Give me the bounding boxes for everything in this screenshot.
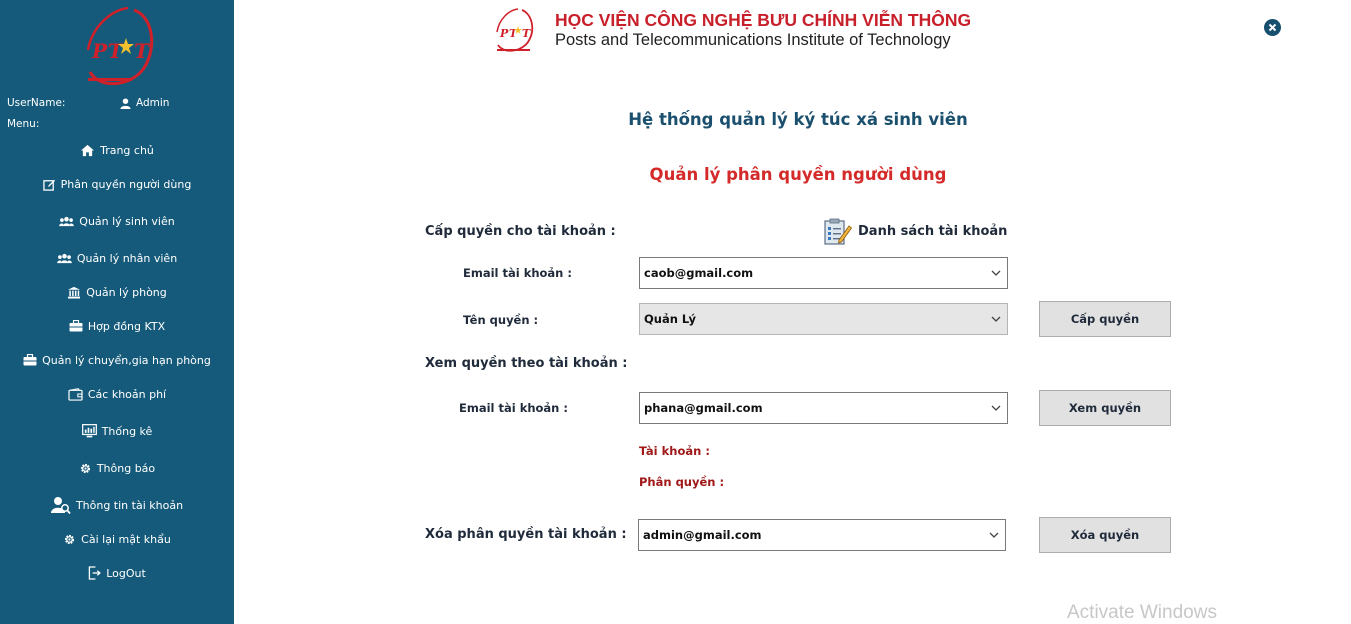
sidebar-item-label: Thông báo (96, 461, 156, 475)
user-icon (120, 97, 131, 109)
svg-text:T: T (522, 27, 531, 40)
user-row: UserName: Admin (7, 97, 227, 111)
institute-name-vietnamese: HỌC VIỆN CÔNG NGHỆ BƯU CHÍNH VIỄN THÔNG (555, 10, 972, 30)
briefcase-icon (69, 320, 83, 332)
permission-result-label: Phân quyền : (639, 475, 725, 489)
sidebar-item-logout[interactable]: LogOut (0, 561, 234, 585)
delete-email-select[interactable]: admin@gmail.com (638, 519, 1006, 551)
institute-header: P T T HỌC VIỆN CÔNG NGHỆ BƯU CHÍNH VIỄN … (494, 8, 994, 56)
username-value: Admin (136, 97, 170, 109)
sidebar-item-account-info[interactable]: Thông tin tài khoản (0, 493, 234, 517)
account-list-label: Danh sách tài khoản (858, 224, 1008, 239)
home-icon (81, 144, 95, 156)
view-email-select[interactable]: phana@gmail.com (639, 392, 1008, 424)
sidebar-item-label: Quản lý sinh viên (79, 214, 175, 228)
sidebar-item-notifications[interactable]: Thông báo (0, 456, 234, 480)
grant-email-value: caob@gmail.com (644, 266, 754, 280)
sidebar-item-label: Quản lý nhân viên (76, 251, 178, 265)
sidebar-item-permissions[interactable]: Phân quyền người dùng (0, 172, 234, 196)
svg-text:P: P (91, 39, 108, 63)
system-title: Hệ thống quản lý ký túc xá sinh viên (628, 110, 968, 129)
role-name-label: Tên quyền : (463, 313, 539, 327)
sidebar-item-fees[interactable]: Các khoản phí (0, 382, 234, 406)
ptit-logo: P T T (86, 6, 154, 86)
account-list-button[interactable]: Danh sách tài khoản (823, 218, 1007, 245)
close-button[interactable] (1264, 19, 1281, 36)
sidebar-item-reset-password[interactable]: Cài lại mật khẩu (0, 527, 234, 551)
delete-section-label: Xóa phân quyền tài khoản : (425, 527, 627, 542)
close-icon (1268, 23, 1277, 32)
username: Admin (120, 97, 169, 109)
sidebar-item-label: Thống kê (101, 424, 153, 438)
sidebar: P T T UserName: Admin Menu: Trang chủ Ph… (0, 0, 234, 624)
app-window: P T T UserName: Admin Menu: Trang chủ Ph… (0, 0, 1351, 624)
grant-email-select[interactable]: caob@gmail.com (639, 257, 1008, 289)
view-email-label: Email tài khoản : (459, 401, 568, 415)
users-icon (56, 253, 72, 263)
view-section-label: Xem quyền theo tài khoản : (425, 356, 628, 371)
checklist-icon (824, 218, 852, 245)
activate-windows-watermark: Activate Windows (1067, 602, 1217, 623)
menu-label: Menu: (7, 118, 40, 130)
chevron-down-icon (991, 405, 1001, 411)
sidebar-item-rooms[interactable]: Quản lý phòng (0, 280, 234, 304)
wallet-icon (68, 387, 83, 401)
svg-text:T: T (509, 27, 518, 40)
chevron-down-icon (991, 316, 1001, 322)
sidebar-item-contracts[interactable]: Hợp đồng KTX (0, 314, 234, 338)
sidebar-item-label: Hợp đồng KTX (87, 319, 166, 333)
svg-text:P: P (499, 27, 509, 40)
sidebar-item-label: Trang chủ (100, 143, 154, 157)
sidebar-item-label: Quản lý chuyển,gia hạn phòng (42, 353, 211, 367)
logout-icon (88, 566, 102, 580)
view-email-value: phana@gmail.com (644, 401, 763, 415)
role-value: Quản Lý (644, 312, 696, 326)
grant-email-label: Email tài khoản : (463, 266, 572, 280)
username-label: UserName: (7, 97, 66, 109)
page-title: Quản lý phân quyền người dùng (649, 165, 947, 184)
view-permission-button[interactable]: Xem quyền (1039, 390, 1171, 426)
gear-icon (80, 463, 90, 473)
sidebar-item-room-transfer[interactable]: Quản lý chuyển,gia hạn phòng (0, 348, 234, 372)
institute-name-english: Posts and Telecommunications Institute o… (555, 31, 951, 49)
ptit-logo: P T T (496, 8, 534, 52)
svg-text:T: T (134, 39, 151, 63)
sidebar-item-label: Cài lại mật khẩu (81, 532, 171, 546)
sidebar-item-staff[interactable]: Quản lý nhân viên (0, 246, 234, 270)
gear-icon (65, 534, 75, 544)
delete-email-value: admin@gmail.com (643, 528, 762, 542)
sidebar-item-label: Phân quyền người dùng (60, 177, 192, 191)
chevron-down-icon (991, 270, 1001, 276)
sidebar-item-statistics[interactable]: Thống kê (0, 419, 234, 443)
monitor-chart-icon (81, 424, 97, 438)
briefcase-icon (23, 354, 37, 366)
users-icon (59, 216, 75, 226)
sidebar-item-students[interactable]: Quản lý sinh viên (0, 209, 234, 233)
grant-section-label: Cấp quyền cho tài khoản : (425, 224, 616, 239)
sidebar-item-label: Thông tin tài khoản (75, 498, 184, 512)
user-search-icon (50, 496, 71, 514)
grant-permission-button[interactable]: Cấp quyền (1039, 301, 1171, 337)
sidebar-item-home[interactable]: Trang chủ (0, 138, 234, 162)
delete-permission-button[interactable]: Xóa quyền (1039, 517, 1171, 553)
edit-icon (42, 179, 55, 191)
chevron-down-icon (989, 532, 999, 538)
sidebar-item-label: Các khoản phí (87, 387, 167, 401)
role-select[interactable]: Quản Lý (639, 303, 1008, 335)
sidebar-item-label: LogOut (106, 566, 146, 580)
sidebar-item-label: Quản lý phòng (86, 285, 167, 299)
institution-icon (68, 286, 81, 299)
account-result-label: Tài khoản : (639, 444, 710, 458)
